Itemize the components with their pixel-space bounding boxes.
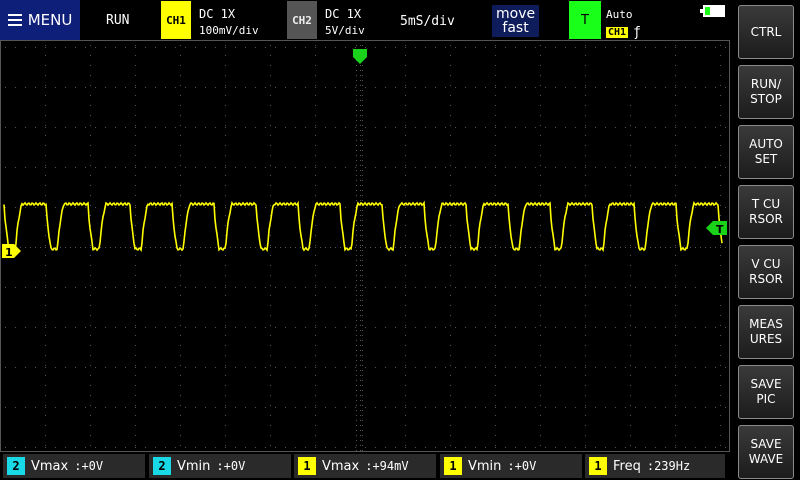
auto-set-button[interactable]: AUTO SET [738,125,794,179]
ctrl-button[interactable]: CTRL [738,5,794,59]
ch2-coupling: DC 1X [325,7,362,21]
t-cursor-button[interactable]: T CU RSOR [738,185,794,239]
ch2-badge[interactable]: CH2 [287,1,317,39]
trigger-badge[interactable]: T [569,1,601,39]
channel-number-badge: 1 [298,457,316,475]
measurement-label: Vmax [322,458,360,474]
measures-button[interactable]: MEAS URES [738,305,794,359]
save-wave-button[interactable]: SAVE WAVE [738,425,794,479]
battery-icon [700,5,725,17]
move-line1: move [496,6,536,22]
v-cursor-button[interactable]: V CU RSOR [738,245,794,299]
measurement-label: Vmax [31,458,69,474]
trigger-mode: Auto [606,8,633,21]
channel-number-badge: 2 [153,457,171,475]
trigger-level-label: T [716,223,724,236]
measurement-value: :+0V [216,459,246,473]
measurement-value: :239Hz [646,459,691,473]
measurement-value: :+0V [507,459,537,473]
measurement-label: Vmin [177,458,211,474]
channel-number-badge: 1 [589,457,607,475]
measurement-3[interactable]: 1 Vmin :+0V [440,454,582,478]
ch1-coupling: DC 1X [199,7,236,21]
measurement-value: :+0V [74,459,104,473]
ch2-scale: 5V/div [325,24,365,37]
run-stop-button[interactable]: RUN/ STOP [738,65,794,119]
move-line2: fast [502,20,529,36]
menu-icon [7,14,22,26]
measurement-label: Freq [613,458,641,474]
measurement-4[interactable]: 1 Freq :239Hz [585,454,725,478]
move-speed-button[interactable]: move fast [492,5,540,37]
ch1-badge[interactable]: CH1 [161,1,191,39]
ch1-marker-label: 1 [5,246,13,259]
trigger-source-row: CH1 ƒ [606,25,641,40]
scope-screen[interactable]: 1 T [0,40,730,452]
menu-button[interactable]: MENU [0,0,80,40]
menu-label: MENU [27,11,73,29]
measurement-1[interactable]: 2 Vmin :+0V [149,454,291,478]
channel-number-badge: 2 [7,457,25,475]
measurement-2[interactable]: 1 Vmax :+94mV [294,454,436,478]
save-pic-button[interactable]: SAVE PIC [738,365,794,419]
run-state[interactable]: RUN [106,13,129,28]
trigger-source: CH1 [606,27,629,38]
measurement-label: Vmin [468,458,502,474]
ch1-scale: 100mV/div [199,24,259,37]
timebase-label[interactable]: 5mS/div [400,14,455,29]
measurement-value: :+94mV [365,459,409,473]
channel-number-badge: 1 [444,457,462,475]
measurement-0[interactable]: 2 Vmax :+0V [3,454,145,478]
rising-edge-icon: ƒ [633,25,641,40]
